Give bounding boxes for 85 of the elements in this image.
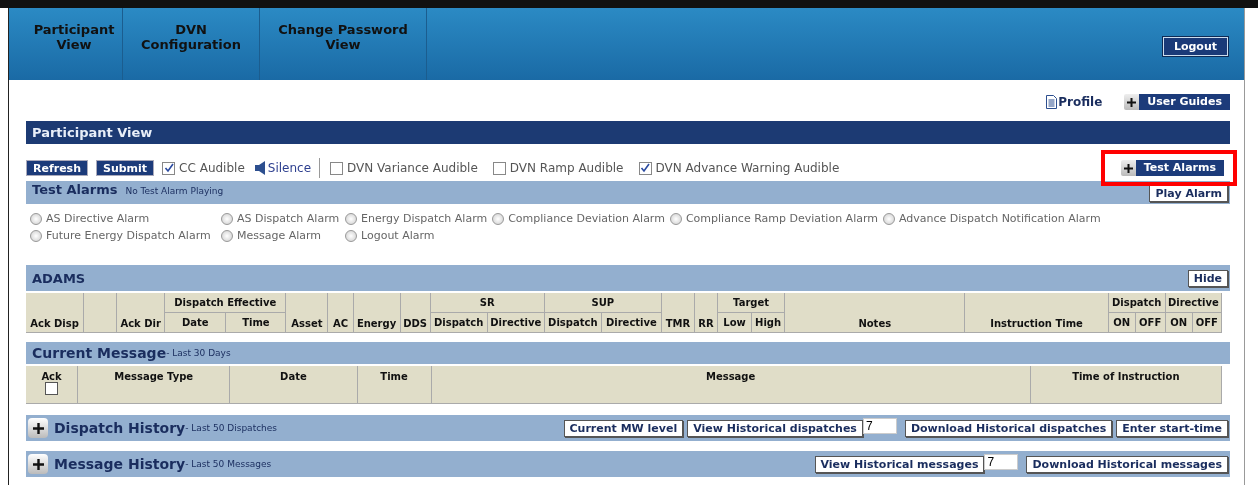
column-header: Time [226, 313, 287, 333]
column-header: Directive [601, 313, 662, 333]
nav-tab[interactable]: Participant View [26, 8, 123, 80]
alarm-radio[interactable]: AS Dispatch Alarm [221, 212, 345, 225]
column-header: Date [165, 313, 227, 333]
history-button[interactable]: Current MW level [563, 419, 684, 437]
expand-button[interactable] [28, 454, 48, 474]
column-header: Time [357, 366, 432, 404]
logout-button[interactable]: Logout [1162, 37, 1228, 56]
speaker-icon [254, 161, 265, 175]
column-header: ON [1165, 313, 1193, 333]
nav-tab[interactable]: Change Password View [260, 8, 427, 80]
column-header: Asset [286, 293, 329, 333]
column-header: OFF [1135, 313, 1166, 333]
column-group-header: Dispatch Effective [165, 293, 287, 313]
nav-tab[interactable]: DVN Configuration [123, 8, 260, 80]
history-button[interactable]: Download Historical dispatches [904, 419, 1113, 437]
column-header: DDS [400, 293, 431, 333]
section-title: ADAMS [32, 270, 86, 286]
section-subtitle: - Last 50 Messages [185, 459, 272, 469]
column-header: OFF [1192, 313, 1222, 333]
audible-checkbox[interactable]: DVN Ramp Audible [492, 161, 624, 175]
check-icon [163, 163, 174, 173]
history-button[interactable]: Enter start-time [1116, 419, 1228, 437]
column-group-header: SUP [544, 293, 662, 313]
column-group-header: Dispatch [1108, 293, 1166, 313]
column-header: Ack Dir [117, 293, 166, 333]
alarm-radio[interactable]: Future Energy Dispatch Alarm [30, 229, 221, 242]
section-title: Test Alarms [32, 182, 118, 197]
column-header: Notes [785, 293, 966, 333]
column-header: Message [431, 366, 1031, 404]
plus-icon [1123, 163, 1133, 173]
column-header: Time of Instruction [1030, 366, 1222, 404]
section-title: Message History [54, 456, 186, 472]
column-header: Dispatch [544, 313, 602, 333]
audible-checkbox[interactable]: DVN Advance Warning Audible [638, 161, 840, 175]
check-icon [640, 163, 650, 173]
history-button[interactable]: View Historical messages [814, 455, 985, 473]
alarm-radio[interactable]: Message Alarm [221, 229, 345, 242]
column-header: RR [695, 293, 719, 333]
column-header: Energy [353, 293, 401, 333]
ack-label: Ack [40, 371, 63, 382]
column-header: ON [1108, 313, 1136, 333]
section-subtitle: - Last 30 Days [166, 348, 231, 358]
silence-link[interactable]: Silence [254, 161, 312, 175]
plus-icon [32, 458, 44, 470]
audible-checkbox[interactable]: DVN Variance Audible [330, 161, 478, 175]
column-group-header: Target [718, 293, 786, 313]
empty-header [84, 293, 118, 333]
audible-checkbox[interactable]: CC Audible [162, 161, 245, 175]
section-subtitle: - Last 50 Dispatches [185, 423, 278, 433]
column-header: Message Type [78, 366, 231, 404]
toolbar-button[interactable]: Refresh [26, 160, 88, 176]
history-button[interactable]: View Historical dispatches [687, 419, 863, 437]
alarm-status: No Test Alarm Playing [125, 186, 224, 196]
column-header: Date [230, 366, 358, 404]
alarm-radio[interactable]: Compliance Deviation Alarm [492, 212, 670, 225]
ack-checkbox[interactable] [45, 382, 59, 395]
alarm-radio[interactable]: Compliance Ramp Deviation Alarm [669, 212, 883, 225]
alarm-radio[interactable]: Logout Alarm [345, 229, 493, 242]
days-input[interactable]: 7 [984, 454, 1019, 470]
plus-icon [32, 422, 44, 434]
alarm-radio[interactable]: Advance Dispatch Notification Alarm [883, 212, 1106, 225]
column-header: Instruction Time [965, 293, 1109, 333]
history-button[interactable]: Download Historical messages [1026, 455, 1228, 473]
column-header: AC [328, 293, 354, 333]
alarm-radio[interactable]: Energy Dispatch Alarm [345, 212, 493, 225]
column-group-header: Directive [1165, 293, 1222, 313]
document-icon [1046, 95, 1058, 109]
column-header: Low [718, 313, 753, 333]
expand-button[interactable] [28, 418, 48, 438]
column-header: Ack Disp [26, 293, 85, 333]
column-header: High [752, 313, 786, 333]
hide-button[interactable]: Hide [1187, 269, 1228, 287]
plus-icon [1127, 97, 1137, 107]
panel-header: Participant View [26, 121, 1230, 144]
toolbar-button[interactable]: Submit [96, 160, 155, 176]
alarm-radio[interactable]: AS Directive Alarm [30, 212, 221, 225]
column-group-header: SR [430, 293, 545, 313]
profile-link[interactable]: Profile [1046, 95, 1103, 109]
column-header: Directive [487, 313, 545, 333]
column-header: Dispatch [430, 313, 488, 333]
section-title: Dispatch History [54, 420, 186, 436]
column-header: TMR [661, 293, 695, 333]
days-input[interactable]: 7 [862, 418, 897, 434]
